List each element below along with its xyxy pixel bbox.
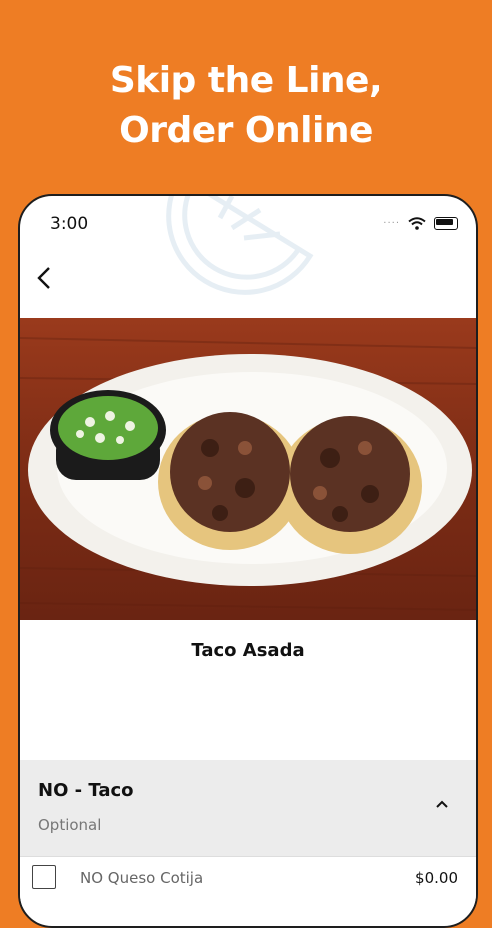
status-time: 3:00 xyxy=(50,214,89,234)
battery-icon xyxy=(434,216,458,230)
status-bar: 3:00 ···· xyxy=(20,196,476,252)
phone-frame: 3:00 ···· Taco Asada NO - Taco Optional … xyxy=(18,194,478,928)
back-button[interactable] xyxy=(26,260,62,296)
item-name: Taco Asada xyxy=(191,640,305,661)
wifi-icon xyxy=(408,216,426,230)
modifier-group-subtitle: Optional xyxy=(38,816,102,834)
promo-headline: Skip the Line, Order Online xyxy=(0,56,492,156)
checkbox-icon[interactable] xyxy=(32,865,56,889)
back-arrow-icon xyxy=(37,267,50,289)
modifier-group-title: NO - Taco xyxy=(38,780,134,801)
option-price: $0.00 xyxy=(415,869,458,887)
modifier-option[interactable]: NO Queso Cotija $0.00 xyxy=(20,856,476,907)
headline-line-2: Order Online xyxy=(119,110,373,151)
option-label: NO Queso Cotija xyxy=(80,869,204,887)
tacos-illustration xyxy=(20,337,476,611)
status-icons: ···· xyxy=(383,216,458,230)
modifier-group-header[interactable]: NO - Taco Optional xyxy=(20,760,476,856)
chevron-up-icon[interactable] xyxy=(432,794,452,814)
headline-line-1: Skip the Line, xyxy=(109,60,383,101)
signal-dots: ···· xyxy=(383,217,400,229)
item-photo xyxy=(20,318,476,620)
